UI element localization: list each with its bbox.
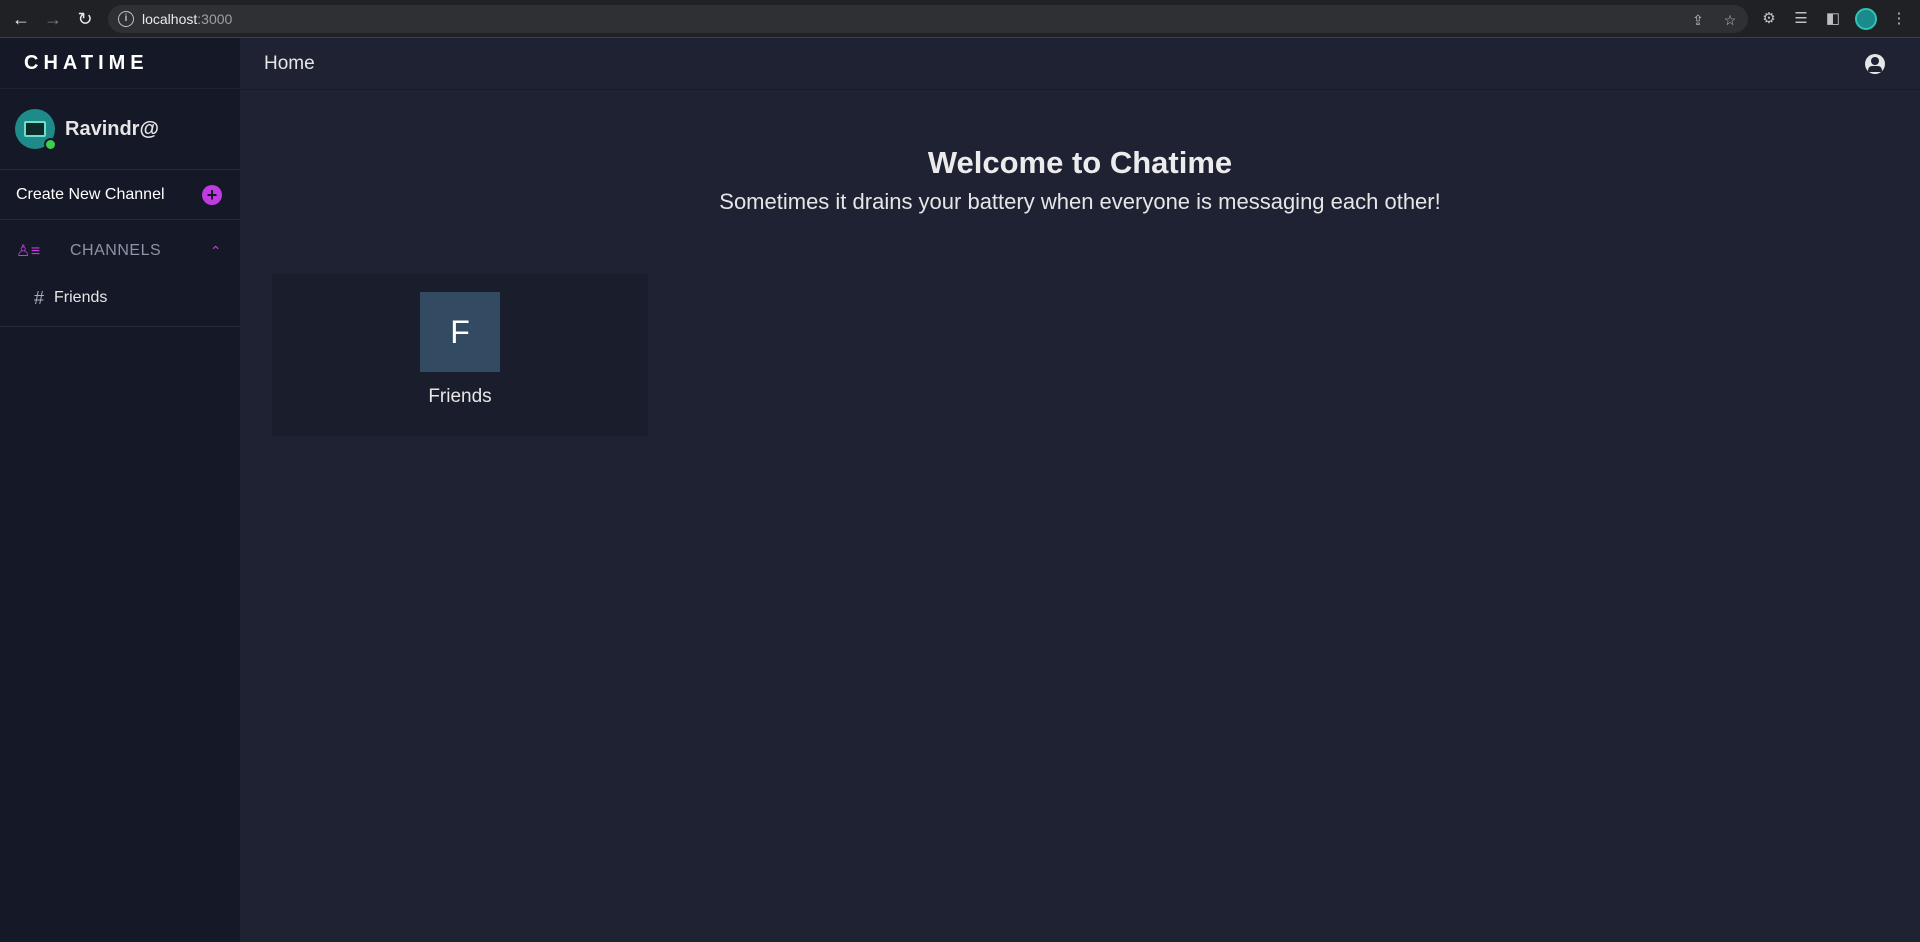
welcome-subtitle: Sometimes it drains your battery when ev… bbox=[719, 189, 1441, 214]
page-title: Home bbox=[264, 52, 315, 74]
side-panel-icon[interactable]: ◧ bbox=[1823, 9, 1843, 29]
hash-icon: # bbox=[34, 287, 45, 308]
add-channel-button[interactable]: + bbox=[202, 184, 222, 205]
create-channel-label: Create New Channel bbox=[16, 185, 165, 203]
browser-toolbar: ← → ↻ i localhost:3000 ⇪ ☆ ⚙ ☰ ◧ ⋮ bbox=[0, 0, 1920, 38]
channel-initial-tile: F bbox=[420, 292, 500, 372]
app-brand: CHATIME bbox=[24, 51, 149, 74]
user-profile[interactable]: Ravindr@ bbox=[0, 88, 240, 170]
main-content: Home Welcome to Chatime Sometimes it dra… bbox=[240, 38, 1920, 942]
channels-section-header[interactable]: ♙≡ CHANNELS ⌃ bbox=[0, 220, 240, 282]
sidebar-item-label: Friends bbox=[54, 289, 108, 306]
sidebar: CHATIME Ravindr@ Create New Channel + ♙≡… bbox=[0, 38, 240, 942]
address-bar[interactable]: i localhost:3000 ⇪ ☆ bbox=[108, 5, 1748, 33]
url-text: localhost:3000 bbox=[142, 11, 233, 27]
extensions-icon[interactable]: ⚙ bbox=[1759, 9, 1779, 29]
username: Ravindr@ bbox=[65, 117, 159, 140]
site-info-icon[interactable]: i bbox=[118, 11, 134, 27]
avatar[interactable] bbox=[15, 109, 57, 151]
create-channel-row[interactable]: Create New Channel + bbox=[0, 170, 240, 220]
forward-icon[interactable]: → bbox=[41, 7, 65, 31]
back-icon[interactable]: ← bbox=[9, 7, 33, 31]
browser-profile-avatar[interactable] bbox=[1855, 8, 1877, 30]
share-icon[interactable]: ⇪ bbox=[1690, 12, 1706, 28]
channel-card-friends[interactable]: F Friends bbox=[272, 274, 648, 436]
sidebar-item-friends[interactable]: # Friends bbox=[0, 282, 240, 314]
online-status-indicator bbox=[44, 138, 57, 151]
channels-header-label: CHANNELS bbox=[70, 242, 162, 259]
computer-icon bbox=[24, 121, 46, 137]
welcome-title: Welcome to Chatime bbox=[927, 145, 1233, 180]
reading-list-icon[interactable]: ☰ bbox=[1791, 9, 1811, 29]
reload-icon[interactable]: ↻ bbox=[73, 7, 97, 31]
channel-card-name: Friends bbox=[428, 386, 492, 407]
account-circle-icon[interactable] bbox=[1865, 53, 1885, 74]
divider bbox=[0, 326, 240, 327]
browser-menu-icon[interactable]: ⋮ bbox=[1889, 9, 1909, 29]
top-bar: Home bbox=[240, 38, 1920, 90]
bookmark-star-icon[interactable]: ☆ bbox=[1722, 12, 1738, 28]
chevron-up-icon[interactable]: ⌃ bbox=[210, 243, 222, 260]
people-list-icon: ♙≡ bbox=[16, 243, 41, 260]
welcome-section: Welcome to Chatime Sometimes it drains y… bbox=[240, 145, 1920, 215]
